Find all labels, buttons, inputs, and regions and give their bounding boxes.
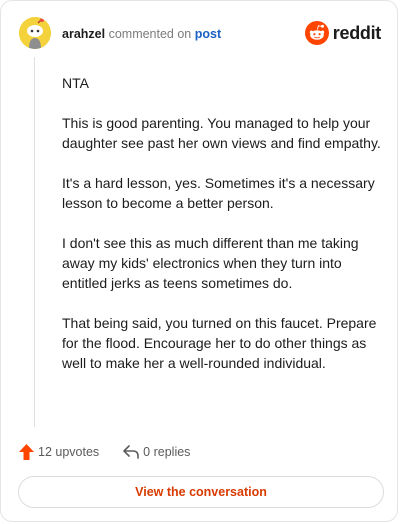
reply-arrow-icon: [123, 445, 139, 459]
comment-actions: 12 upvotes 0 replies: [19, 441, 190, 463]
comment-paragraph: NTA: [62, 75, 89, 91]
snoo-avatar-icon: [19, 17, 51, 49]
avatar[interactable]: [19, 17, 51, 49]
comment-meta: arahzel commented on post: [62, 27, 221, 41]
comment-paragraph: This is good parenting. You managed to h…: [62, 115, 381, 151]
comment-body: NTA This is good parenting. You managed …: [62, 73, 382, 393]
comment-header: arahzel commented on post reddit: [19, 17, 381, 53]
comment-card: arahzel commented on post reddit NTA Thi…: [0, 0, 398, 522]
upvote-button[interactable]: 12 upvotes: [19, 444, 99, 460]
reddit-brand[interactable]: reddit: [304, 19, 382, 47]
upvote-arrow-icon: [19, 444, 34, 460]
reddit-wordmark: reddit: [332, 22, 382, 43]
comment-paragraph: That being said, you turned on this fauc…: [62, 315, 377, 371]
comment-paragraph: I don't see this as much different than …: [62, 235, 359, 291]
view-conversation-button[interactable]: View the conversation: [18, 476, 384, 508]
post-link[interactable]: post: [195, 27, 221, 41]
comment-paragraph: It's a hard lesson, yes. Sometimes it's …: [62, 175, 375, 211]
author-name[interactable]: arahzel: [62, 27, 105, 41]
thread-line: [34, 57, 35, 427]
action-text: commented on: [108, 27, 192, 41]
upvote-count: 12 upvotes: [38, 445, 100, 459]
replies-button[interactable]: 0 replies: [123, 445, 190, 459]
reddit-snoo-icon: [304, 21, 329, 45]
replies-count: 0 replies: [143, 445, 191, 459]
